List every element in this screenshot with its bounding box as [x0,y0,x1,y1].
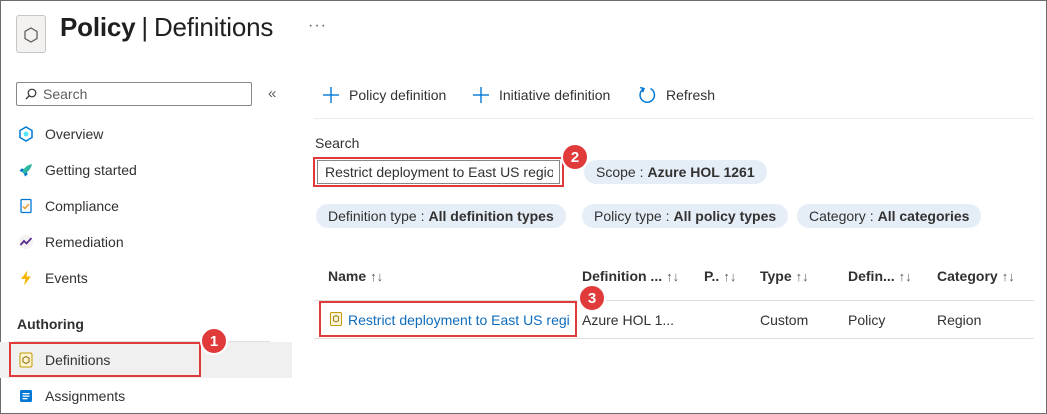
remediation-icon [16,232,36,252]
sidebar-item-label: Remediation [45,234,124,250]
initiative-definition-label: Initiative definition [499,87,611,103]
sidebar-item-overview[interactable]: Overview [0,116,292,152]
sidebar-item-label: Compliance [45,198,119,214]
policy-type-filter-pill[interactable]: Policy type : All policy types [582,204,789,228]
sidebar-search[interactable] [16,82,252,106]
sidebar-item-label: Getting started [45,162,137,178]
policy-definition-label: Policy definition [349,87,447,103]
sort-icon: ↑↓ [723,269,737,284]
sidebar-item-events[interactable]: Events [0,260,292,296]
table-row-divider [314,338,1034,339]
annotation-badge-2: 2 [561,143,589,171]
refresh-icon [637,85,657,105]
category-filter-pill[interactable]: Category : All categories [797,204,982,228]
sidebar-item-getting-started[interactable]: Getting started [0,152,292,188]
sort-icon: ↑↓ [370,269,384,284]
policy-definition-button[interactable]: Policy definition [322,84,446,106]
page-title-blade: Definitions [153,12,274,42]
lightning-icon [16,268,36,288]
definition-type-cell: Policy [848,312,886,328]
search-label: Search [315,135,360,151]
sort-icon: ↑↓ [666,269,680,284]
definition-type-filter-label: Definition type : [328,208,425,224]
assignments-icon [16,386,36,406]
more-options-button[interactable]: ··· [308,17,327,35]
sidebar-item-assignments[interactable]: Assignments [0,378,292,414]
rocket-icon [16,160,36,180]
initiative-definition-button[interactable]: Initiative definition [472,84,610,106]
scope-filter-pill[interactable]: Scope : Azure HOL 1261 [584,160,767,184]
search-icon [25,88,37,100]
plus-icon [472,86,490,104]
toolbar-divider [314,118,1034,119]
annotation-highlight-search [313,157,564,187]
category-filter-value: All categories [877,208,970,224]
type-cell: Custom [760,312,809,328]
page-title-separator: | [141,12,148,42]
refresh-button[interactable]: Refresh [637,84,715,106]
column-header-name[interactable]: Name ↑↓ [328,268,383,284]
collapse-sidebar-button[interactable]: « [268,85,276,102]
scope-filter-value: Azure HOL 1261 [647,164,755,180]
sidebar-item-label: Assignments [45,388,126,404]
sort-icon: ↑↓ [795,269,809,284]
overview-icon [16,124,36,144]
sidebar-item-label: Events [45,270,88,286]
column-header-definition-type[interactable]: Defin... ↑↓ [848,268,912,284]
annotation-highlight-result [319,301,577,337]
sidebar-item-label: Overview [45,126,104,142]
category-cell: Region [937,312,982,328]
category-filter-label: Category : [809,208,874,224]
annotation-highlight-definitions [9,342,201,377]
page-title: Policy | Definitions [60,12,273,43]
policy-type-filter-value: All policy types [673,208,777,224]
compliance-icon [16,196,36,216]
sidebar-item-remediation[interactable]: Remediation [0,224,292,260]
sort-icon: ↑↓ [1001,269,1015,284]
column-header-policies[interactable]: P.. ↑↓ [704,268,736,284]
sidebar-search-input[interactable] [43,85,243,103]
policy-type-filter-label: Policy type : [594,208,670,224]
annotation-badge-3: 3 [578,284,606,312]
scope-filter-label: Scope : [596,164,644,180]
definition-location-cell: Azure HOL 1... [582,312,675,328]
refresh-label: Refresh [666,87,716,103]
column-header-type[interactable]: Type ↑↓ [760,268,809,284]
sidebar-item-compliance[interactable]: Compliance [0,188,292,224]
policy-hexagon-icon [16,15,46,53]
definition-type-filter-value: All definition types [428,208,554,224]
sidebar-section-authoring: Authoring [17,316,84,332]
plus-icon [322,86,340,104]
definition-type-filter-pill[interactable]: Definition type : All definition types [316,204,566,228]
page-title-service: Policy [60,12,136,42]
column-header-category[interactable]: Category ↑↓ [937,268,1015,284]
sort-icon: ↑↓ [898,269,912,284]
column-header-definition-location[interactable]: Definition ... ↑↓ [582,268,679,284]
annotation-badge-1: 1 [200,327,228,355]
